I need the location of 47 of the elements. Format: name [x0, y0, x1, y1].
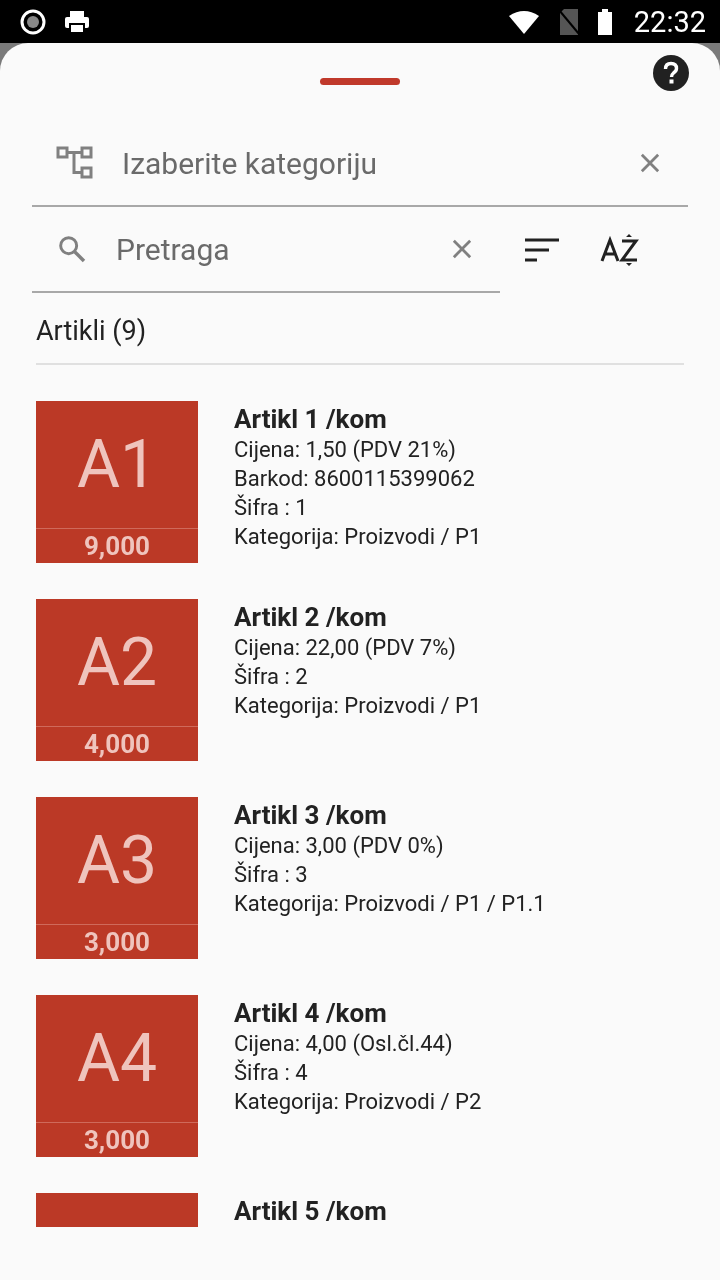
item-code: A3 [36, 797, 198, 925]
no-sim-icon [557, 8, 580, 35]
alphabetical-sort-icon [600, 233, 640, 267]
item-title: Artikl 5 /kom [234, 1195, 387, 1227]
item-detail: Cijena: 1,50 (PDV 21%) [234, 436, 457, 464]
item-code: A4 [36, 995, 198, 1123]
sort-button[interactable] [524, 237, 560, 263]
printer-icon [64, 9, 90, 34]
search-icon [56, 233, 88, 265]
hierarchy-icon [56, 146, 94, 180]
item-detail: Cijena: 22,00 (PDV 7%) [234, 634, 457, 662]
item-title: Artikl 4 /kom [234, 997, 388, 1029]
item-title: Artikl 2 /kom [234, 601, 388, 633]
sort-icon [524, 237, 560, 263]
drag-handle[interactable] [320, 78, 400, 85]
item-detail: Šifra : 2 [234, 662, 309, 691]
item-detail: Cijena: 4,00 (Osl.čl.44) [234, 1030, 454, 1058]
stock-quantity: 9,000 [82, 530, 152, 563]
stock-quantity: 3,000 [82, 1124, 152, 1157]
item-detail: Šifra : 3 [234, 860, 309, 889]
item-detail: Šifra : 4 [234, 1058, 309, 1087]
wifi-icon [507, 9, 540, 34]
stock-quantity: 3,000 [82, 926, 152, 959]
item-title: Artikl 3 /kom [234, 799, 388, 831]
item-detail: Kategorija: Proizvodi / P1 / P1.1 [234, 890, 546, 918]
item-detail: Kategorija: Proizvodi / P1 [234, 523, 482, 551]
item-tile[interactable]: A1 9,000 [36, 401, 198, 563]
item-detail: Barkod: 8600115399062 [234, 465, 476, 493]
stock-quantity: 4,000 [82, 728, 152, 761]
help-icon[interactable] [653, 55, 689, 91]
record-icon [20, 8, 46, 35]
item-detail: Kategorija: Proizvodi / P1 [234, 692, 482, 720]
category-field[interactable]: Izaberite kategoriju [120, 144, 616, 182]
item-title: Artikl 1 /kom [234, 403, 388, 435]
item-detail: Kategorija: Proizvodi / P2 [234, 1088, 482, 1116]
clock: 22:32 [633, 4, 706, 39]
item-tile[interactable]: A2 4,000 [36, 599, 198, 761]
item-tile[interactable]: A3 3,000 [36, 797, 198, 959]
item-code: A2 [36, 599, 198, 727]
sort-alphabetical-button[interactable] [600, 233, 640, 267]
list-title: Artikli (9) [36, 305, 684, 365]
item-code: A1 [36, 401, 198, 529]
item-detail: Cijena: 3,00 (PDV 0%) [234, 832, 445, 860]
search-field[interactable]: Pretraga [114, 230, 422, 268]
battery-icon [597, 8, 612, 35]
item-detail: Šifra : 1 [234, 493, 309, 522]
item-tile[interactable]: A4 3,000 [36, 995, 198, 1157]
